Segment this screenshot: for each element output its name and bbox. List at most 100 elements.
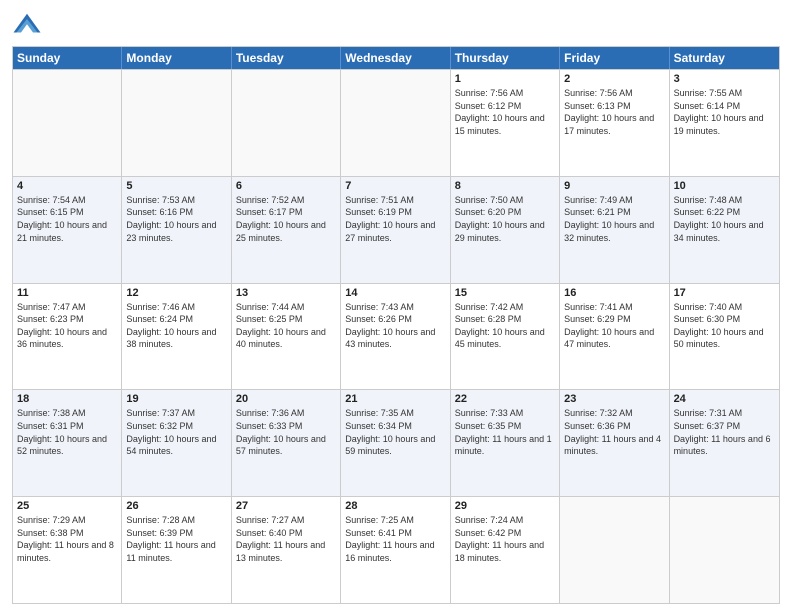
day-info: Sunrise: 7:36 AM Sunset: 6:33 PM Dayligh… xyxy=(236,407,336,457)
header-cell-monday: Monday xyxy=(122,47,231,69)
calendar-row-3: 18 Sunrise: 7:38 AM Sunset: 6:31 PM Dayli… xyxy=(13,389,779,496)
day-info: Sunrise: 7:46 AM Sunset: 6:24 PM Dayligh… xyxy=(126,301,226,351)
logo xyxy=(12,10,46,40)
header-cell-wednesday: Wednesday xyxy=(341,47,450,69)
day-cell-14: 14 Sunrise: 7:43 AM Sunset: 6:26 PM Dayli… xyxy=(341,284,450,390)
day-info: Sunrise: 7:56 AM Sunset: 6:13 PM Dayligh… xyxy=(564,87,664,137)
empty-cell-0-3 xyxy=(341,70,450,176)
day-number: 25 xyxy=(17,500,117,512)
day-cell-7: 7 Sunrise: 7:51 AM Sunset: 6:19 PM Daylig… xyxy=(341,177,450,283)
day-cell-2: 2 Sunrise: 7:56 AM Sunset: 6:13 PM Daylig… xyxy=(560,70,669,176)
day-info: Sunrise: 7:37 AM Sunset: 6:32 PM Dayligh… xyxy=(126,407,226,457)
day-number: 28 xyxy=(345,500,445,512)
day-cell-1: 1 Sunrise: 7:56 AM Sunset: 6:12 PM Daylig… xyxy=(451,70,560,176)
day-info: Sunrise: 7:53 AM Sunset: 6:16 PM Dayligh… xyxy=(126,194,226,244)
day-info: Sunrise: 7:38 AM Sunset: 6:31 PM Dayligh… xyxy=(17,407,117,457)
calendar-row-0: 1 Sunrise: 7:56 AM Sunset: 6:12 PM Daylig… xyxy=(13,69,779,176)
day-number: 26 xyxy=(126,500,226,512)
day-info: Sunrise: 7:29 AM Sunset: 6:38 PM Dayligh… xyxy=(17,514,117,564)
header-cell-saturday: Saturday xyxy=(670,47,779,69)
day-cell-28: 28 Sunrise: 7:25 AM Sunset: 6:41 PM Dayli… xyxy=(341,497,450,603)
day-cell-6: 6 Sunrise: 7:52 AM Sunset: 6:17 PM Daylig… xyxy=(232,177,341,283)
calendar-row-4: 25 Sunrise: 7:29 AM Sunset: 6:38 PM Dayli… xyxy=(13,496,779,603)
day-cell-3: 3 Sunrise: 7:55 AM Sunset: 6:14 PM Daylig… xyxy=(670,70,779,176)
day-info: Sunrise: 7:52 AM Sunset: 6:17 PM Dayligh… xyxy=(236,194,336,244)
day-info: Sunrise: 7:43 AM Sunset: 6:26 PM Dayligh… xyxy=(345,301,445,351)
header-cell-thursday: Thursday xyxy=(451,47,560,69)
day-number: 2 xyxy=(564,73,664,85)
day-number: 3 xyxy=(674,73,775,85)
logo-icon xyxy=(12,10,42,40)
day-number: 27 xyxy=(236,500,336,512)
day-info: Sunrise: 7:28 AM Sunset: 6:39 PM Dayligh… xyxy=(126,514,226,564)
day-cell-22: 22 Sunrise: 7:33 AM Sunset: 6:35 PM Dayli… xyxy=(451,390,560,496)
day-cell-16: 16 Sunrise: 7:41 AM Sunset: 6:29 PM Dayli… xyxy=(560,284,669,390)
day-info: Sunrise: 7:47 AM Sunset: 6:23 PM Dayligh… xyxy=(17,301,117,351)
day-info: Sunrise: 7:32 AM Sunset: 6:36 PM Dayligh… xyxy=(564,407,664,457)
day-cell-15: 15 Sunrise: 7:42 AM Sunset: 6:28 PM Dayli… xyxy=(451,284,560,390)
day-number: 21 xyxy=(345,393,445,405)
day-number: 1 xyxy=(455,73,555,85)
day-info: Sunrise: 7:33 AM Sunset: 6:35 PM Dayligh… xyxy=(455,407,555,457)
day-number: 17 xyxy=(674,287,775,299)
day-cell-17: 17 Sunrise: 7:40 AM Sunset: 6:30 PM Dayli… xyxy=(670,284,779,390)
day-cell-18: 18 Sunrise: 7:38 AM Sunset: 6:31 PM Dayli… xyxy=(13,390,122,496)
empty-cell-0-1 xyxy=(122,70,231,176)
day-info: Sunrise: 7:55 AM Sunset: 6:14 PM Dayligh… xyxy=(674,87,775,137)
day-number: 15 xyxy=(455,287,555,299)
day-cell-23: 23 Sunrise: 7:32 AM Sunset: 6:36 PM Dayli… xyxy=(560,390,669,496)
day-number: 9 xyxy=(564,180,664,192)
day-cell-9: 9Sunrise: 7:49 AM Sunset: 6:21 PM Daylig… xyxy=(560,177,669,283)
day-info: Sunrise: 7:41 AM Sunset: 6:29 PM Dayligh… xyxy=(564,301,664,351)
calendar-header-row: SundayMondayTuesdayWednesdayThursdayFrid… xyxy=(13,47,779,69)
day-info: Sunrise: 7:24 AM Sunset: 6:42 PM Dayligh… xyxy=(455,514,555,564)
day-cell-5: 5Sunrise: 7:53 AM Sunset: 6:16 PM Daylig… xyxy=(122,177,231,283)
header-cell-friday: Friday xyxy=(560,47,669,69)
day-cell-13: 13Sunrise: 7:44 AM Sunset: 6:25 PM Dayli… xyxy=(232,284,341,390)
day-cell-24: 24Sunrise: 7:31 AM Sunset: 6:37 PM Dayli… xyxy=(670,390,779,496)
day-cell-8: 8 Sunrise: 7:50 AM Sunset: 6:20 PM Daylig… xyxy=(451,177,560,283)
day-cell-4: 4 Sunrise: 7:54 AM Sunset: 6:15 PM Daylig… xyxy=(13,177,122,283)
page-header xyxy=(12,10,780,40)
header-cell-tuesday: Tuesday xyxy=(232,47,341,69)
day-number: 14 xyxy=(345,287,445,299)
day-info: Sunrise: 7:25 AM Sunset: 6:41 PM Dayligh… xyxy=(345,514,445,564)
day-info: Sunrise: 7:42 AM Sunset: 6:28 PM Dayligh… xyxy=(455,301,555,351)
day-info: Sunrise: 7:40 AM Sunset: 6:30 PM Dayligh… xyxy=(674,301,775,351)
calendar-body: 1 Sunrise: 7:56 AM Sunset: 6:12 PM Daylig… xyxy=(13,69,779,603)
calendar-row-1: 4 Sunrise: 7:54 AM Sunset: 6:15 PM Daylig… xyxy=(13,176,779,283)
day-number: 4 xyxy=(17,180,117,192)
day-cell-10: 10 Sunrise: 7:48 AM Sunset: 6:22 PM Dayli… xyxy=(670,177,779,283)
day-number: 20 xyxy=(236,393,336,405)
calendar-row-2: 11Sunrise: 7:47 AM Sunset: 6:23 PM Dayli… xyxy=(13,283,779,390)
day-info: Sunrise: 7:48 AM Sunset: 6:22 PM Dayligh… xyxy=(674,194,775,244)
day-number: 8 xyxy=(455,180,555,192)
empty-cell-0-0 xyxy=(13,70,122,176)
day-number: 19 xyxy=(126,393,226,405)
day-info: Sunrise: 7:50 AM Sunset: 6:20 PM Dayligh… xyxy=(455,194,555,244)
day-number: 24 xyxy=(674,393,775,405)
day-cell-27: 27 Sunrise: 7:27 AM Sunset: 6:40 PM Dayli… xyxy=(232,497,341,603)
day-info: Sunrise: 7:51 AM Sunset: 6:19 PM Dayligh… xyxy=(345,194,445,244)
day-cell-11: 11Sunrise: 7:47 AM Sunset: 6:23 PM Dayli… xyxy=(13,284,122,390)
day-cell-25: 25 Sunrise: 7:29 AM Sunset: 6:38 PM Dayli… xyxy=(13,497,122,603)
day-info: Sunrise: 7:54 AM Sunset: 6:15 PM Dayligh… xyxy=(17,194,117,244)
day-number: 7 xyxy=(345,180,445,192)
day-cell-12: 12Sunrise: 7:46 AM Sunset: 6:24 PM Dayli… xyxy=(122,284,231,390)
empty-cell-4-5 xyxy=(560,497,669,603)
day-number: 16 xyxy=(564,287,664,299)
day-number: 6 xyxy=(236,180,336,192)
day-number: 23 xyxy=(564,393,664,405)
header-cell-sunday: Sunday xyxy=(13,47,122,69)
day-number: 18 xyxy=(17,393,117,405)
day-cell-21: 21Sunrise: 7:35 AM Sunset: 6:34 PM Dayli… xyxy=(341,390,450,496)
day-cell-20: 20 Sunrise: 7:36 AM Sunset: 6:33 PM Dayli… xyxy=(232,390,341,496)
day-number: 22 xyxy=(455,393,555,405)
empty-cell-4-6 xyxy=(670,497,779,603)
day-cell-19: 19 Sunrise: 7:37 AM Sunset: 6:32 PM Dayli… xyxy=(122,390,231,496)
day-info: Sunrise: 7:27 AM Sunset: 6:40 PM Dayligh… xyxy=(236,514,336,564)
empty-cell-0-2 xyxy=(232,70,341,176)
day-number: 10 xyxy=(674,180,775,192)
day-info: Sunrise: 7:56 AM Sunset: 6:12 PM Dayligh… xyxy=(455,87,555,137)
day-number: 29 xyxy=(455,500,555,512)
